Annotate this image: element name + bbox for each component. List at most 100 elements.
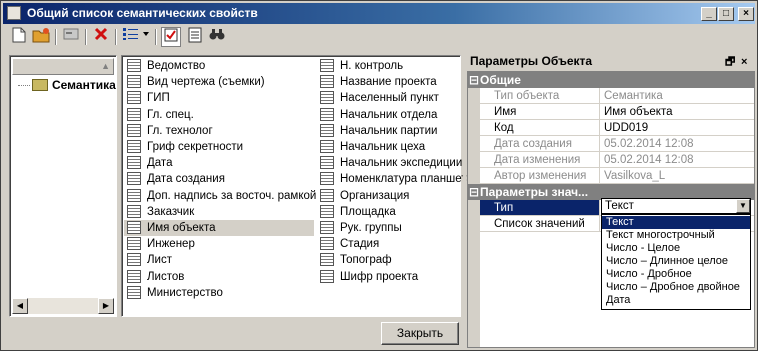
document-list-icon[interactable]	[185, 27, 205, 47]
list-item-label: Гл. спец.	[147, 108, 194, 121]
list-item[interactable]: Гл. спец.	[124, 107, 314, 123]
list-item[interactable]: Название проекта	[317, 74, 457, 90]
property-row[interactable]: Код UDD019	[480, 120, 754, 136]
semantic-item-icon	[320, 156, 334, 170]
list-item[interactable]: Населенный пункт	[317, 90, 457, 106]
list-item[interactable]: Министерство	[124, 285, 314, 301]
list-item[interactable]: Организация	[317, 188, 457, 204]
main-window: Общий список семантических свойств _ □ ×	[0, 0, 758, 351]
list-item[interactable]: Имя объекта	[124, 220, 314, 236]
close-panel-icon[interactable]: ×	[741, 53, 747, 71]
list-item[interactable]: Ведомство	[124, 58, 314, 74]
list-item[interactable]: Доп. надпись за восточ. рамкой	[124, 188, 317, 204]
list-item[interactable]: Топограф	[317, 252, 457, 268]
dropdown-option[interactable]: Число - Целое	[602, 242, 750, 255]
list-item[interactable]: Начальник отдела	[317, 107, 457, 123]
collapse-icon[interactable]: ⊟	[468, 72, 480, 88]
list-item[interactable]: Площадка	[317, 204, 457, 220]
list-item[interactable]: Гриф секретности	[124, 139, 314, 155]
close-window-button[interactable]: ×	[738, 7, 754, 21]
panel-splitter[interactable]	[463, 52, 466, 348]
list-item[interactable]: ГИП	[124, 90, 314, 106]
delete-icon[interactable]	[91, 27, 111, 47]
property-value[interactable]: Vasilkova_L	[604, 168, 665, 184]
window-title: Общий список семантических свойств	[27, 6, 258, 20]
maximize-button[interactable]: □	[718, 7, 734, 21]
list-item-label: Название проекта	[340, 76, 437, 89]
category-label: Общие	[480, 73, 521, 87]
list-item-label: ГИП	[147, 92, 170, 105]
list-item[interactable]: Вид чертежа (съемки)	[124, 74, 314, 90]
scroll-left-icon[interactable]: ◀	[12, 298, 28, 314]
view-list-icon[interactable]	[121, 27, 151, 47]
properties-icon[interactable]	[61, 27, 81, 47]
checkbox-icon[interactable]	[161, 27, 181, 47]
app-icon	[7, 6, 21, 20]
list-item[interactable]: Заказчик	[124, 204, 314, 220]
semantic-item-icon	[320, 59, 334, 72]
list-item-label: Заказчик	[147, 205, 195, 218]
property-row[interactable]: Тип объекта Семантика	[480, 88, 754, 104]
dropdown-option[interactable]: Дата	[602, 294, 750, 307]
minimize-button[interactable]: _	[701, 7, 717, 21]
semantic-item-icon	[127, 91, 141, 105]
dropdown-arrow-icon[interactable]: ▼	[736, 199, 750, 213]
semantic-item-icon	[320, 188, 334, 202]
property-row[interactable]: Имя Имя объекта	[480, 104, 754, 120]
property-row[interactable]: Дата изменения 05.02.2014 12:08	[480, 152, 754, 168]
dropdown-option[interactable]: Число – Дробное двойное	[602, 281, 750, 294]
panel-title: Параметры Объекта	[470, 54, 593, 68]
list-item[interactable]: Гл. технолог	[124, 123, 314, 139]
horizontal-scrollbar[interactable]: ◀ ▶	[12, 298, 114, 314]
list-item[interactable]: Начальник цеха	[317, 139, 457, 155]
semantic-item-icon	[127, 253, 141, 267]
property-value[interactable]: 05.02.2014 12:08	[604, 152, 694, 168]
list-item-label: Начальник отдела	[340, 108, 438, 121]
find-icon[interactable]	[207, 27, 227, 47]
tree-panel: ▲ Семантика ◀ ▶	[9, 55, 117, 317]
tree-item-root[interactable]: Семантика	[18, 78, 116, 92]
list-item-label: Начальник партии	[340, 124, 438, 137]
list-item[interactable]: Листов	[124, 269, 314, 285]
pin-icon[interactable]: 🗗	[725, 53, 735, 71]
list-item-label: Начальник экспедиции	[340, 157, 463, 170]
list-item[interactable]: Начальник экспедиции	[317, 155, 462, 171]
property-row[interactable]: Автор изменения Vasilkova_L	[480, 168, 754, 184]
dropdown-option[interactable]: Текст	[602, 216, 750, 229]
property-value[interactable]: UDD019	[604, 120, 648, 136]
list-item[interactable]: Лист	[124, 252, 314, 268]
property-value[interactable]: Имя объекта	[604, 104, 672, 120]
toolbar-separator	[55, 29, 57, 45]
dropdown-option[interactable]: Число – Длинное целое	[602, 255, 750, 268]
property-value[interactable]: 05.02.2014 12:08	[604, 136, 694, 152]
list-item[interactable]: Дата создания	[124, 171, 314, 187]
scroll-right-icon[interactable]: ▶	[98, 298, 114, 314]
list-item[interactable]: Начальник партии	[317, 123, 457, 139]
list-item[interactable]: Номенклатура планшета	[317, 171, 473, 187]
toolbar-separator	[155, 29, 157, 45]
property-value[interactable]: Семантика	[604, 88, 663, 104]
toolbar-separator	[85, 29, 87, 45]
list-item[interactable]: Стадия	[317, 236, 457, 252]
new-document-icon[interactable]	[9, 27, 29, 47]
category-general[interactable]: ⊟Общие	[468, 72, 754, 88]
list-item-label: Доп. надпись за восточ. рамкой	[147, 189, 317, 202]
dropdown-option[interactable]: Текст многострочный	[602, 229, 750, 242]
collapse-icon[interactable]: ⊟	[468, 184, 480, 200]
list-item[interactable]: Дата	[124, 155, 314, 171]
tree-column-header[interactable]: ▲	[12, 58, 114, 75]
list-item-label: Гл. технолог	[147, 124, 213, 137]
property-name: Код	[480, 120, 600, 135]
close-button[interactable]: Закрыть	[381, 322, 459, 345]
list-item[interactable]: Инженер	[124, 236, 314, 252]
list-item[interactable]: Н. контроль	[317, 58, 457, 74]
dropdown-option[interactable]: Число - Дробное	[602, 268, 750, 281]
property-name: Имя	[480, 104, 600, 119]
open-folder-icon[interactable]	[31, 27, 51, 47]
semantic-item-icon	[320, 172, 334, 186]
property-row[interactable]: Дата создания 05.02.2014 12:08	[480, 136, 754, 152]
list-item[interactable]: Шифр проекта	[317, 269, 457, 285]
type-combobox[interactable]: Текст ▼	[601, 198, 751, 214]
property-name: Дата изменения	[480, 152, 600, 167]
list-item[interactable]: Рук. группы	[317, 220, 457, 236]
